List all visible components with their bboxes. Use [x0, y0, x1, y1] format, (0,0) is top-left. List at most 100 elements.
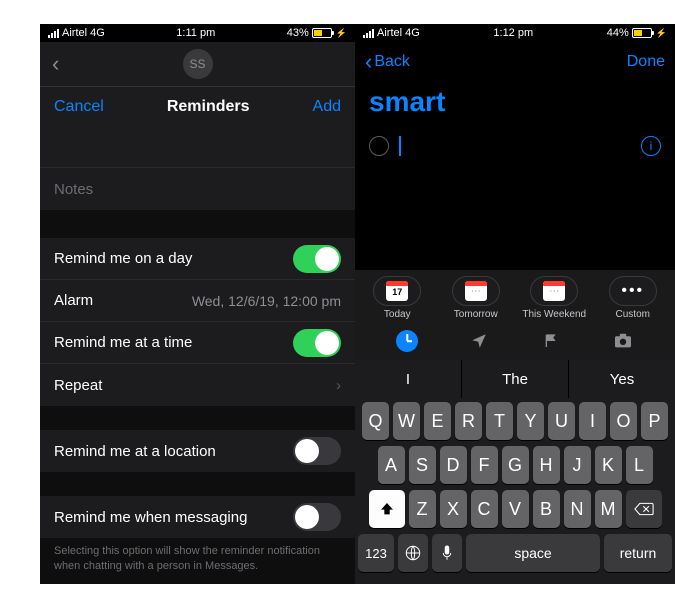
back-button[interactable]: ‹ Back [365, 49, 410, 75]
back-label: Back [374, 53, 410, 71]
alarm-value: Wed, 12/6/19, 12:00 pm [192, 293, 341, 309]
parent-header: ‹ SS [40, 42, 355, 86]
key-s[interactable]: S [409, 446, 436, 484]
done-button[interactable]: Done [627, 53, 665, 71]
location-button[interactable] [466, 328, 492, 354]
numbers-key[interactable]: 123 [358, 534, 394, 572]
prediction-1[interactable]: I [355, 360, 462, 398]
prediction-2[interactable]: The [462, 360, 569, 398]
avatar[interactable]: SS [183, 49, 213, 79]
info-icon[interactable]: i [641, 136, 661, 156]
key-e[interactable]: E [424, 402, 451, 440]
quick-weekend-button[interactable]: This Weekend [522, 276, 586, 320]
key-p[interactable]: P [641, 402, 668, 440]
key-b[interactable]: B [533, 490, 560, 528]
key-d[interactable]: D [440, 446, 467, 484]
clock-icon [396, 330, 418, 352]
alarm-row[interactable]: Alarm Wed, 12/6/19, 12:00 pm [40, 280, 355, 322]
remind-at-location-label: Remind me at a location [54, 443, 216, 460]
signal-icon [363, 29, 374, 38]
remind-on-day-toggle[interactable] [293, 245, 341, 273]
ellipsis-icon: ••• [621, 282, 644, 300]
space-key[interactable]: space [466, 534, 600, 572]
reminder-title-input[interactable] [40, 126, 355, 168]
remind-at-location-toggle[interactable] [293, 437, 341, 465]
cancel-button[interactable]: Cancel [54, 98, 104, 116]
back-chevron-icon[interactable]: ‹ [52, 51, 59, 77]
remind-at-location-row: Remind me at a location [40, 430, 355, 472]
flag-icon [543, 332, 559, 350]
keyboard-area: Today Tomorrow This Weekend ••• Custom [355, 270, 675, 584]
quick-tomorrow-button[interactable]: Tomorrow [444, 276, 508, 320]
right-screenshot: Airtel 4G 1:12 pm 44% ⚡ ‹ Back Done smar… [355, 24, 675, 584]
key-z[interactable]: Z [409, 490, 436, 528]
quick-custom-button[interactable]: ••• Custom [601, 276, 665, 320]
location-arrow-icon [470, 332, 488, 350]
key-j[interactable]: J [564, 446, 591, 484]
alarm-label: Alarm [54, 292, 93, 309]
key-row-2: ASDFGHJKL [358, 446, 672, 484]
remind-when-messaging-row: Remind me when messaging [40, 496, 355, 538]
status-bar: Airtel 4G 1:12 pm 44% ⚡ [355, 24, 675, 42]
dictation-key[interactable] [432, 534, 462, 572]
key-m[interactable]: M [595, 490, 622, 528]
key-n[interactable]: N [564, 490, 591, 528]
battery-pct: 43% [287, 27, 309, 39]
remind-at-time-label: Remind me at a time [54, 334, 192, 351]
key-i[interactable]: I [579, 402, 606, 440]
remind-at-time-toggle[interactable] [293, 329, 341, 357]
modal-header: Cancel Reminders Add [40, 86, 355, 126]
repeat-row[interactable]: Repeat › [40, 364, 355, 406]
key-row-3: ZXCVBNM [358, 490, 672, 528]
key-x[interactable]: X [440, 490, 467, 528]
carrier-label: Airtel 4G [377, 27, 420, 39]
repeat-label: Repeat [54, 377, 102, 394]
chevron-right-icon: › [336, 377, 341, 394]
flag-button[interactable] [538, 328, 564, 354]
key-f[interactable]: F [471, 446, 498, 484]
mic-icon [441, 544, 453, 562]
key-v[interactable]: V [502, 490, 529, 528]
key-h[interactable]: H [533, 446, 560, 484]
key-k[interactable]: K [595, 446, 622, 484]
list-title: smart [355, 82, 675, 128]
shift-key[interactable] [369, 490, 405, 528]
calendar-tomorrow-icon [465, 281, 487, 301]
quick-today-button[interactable]: Today [365, 276, 429, 320]
key-o[interactable]: O [610, 402, 637, 440]
key-a[interactable]: A [378, 446, 405, 484]
notes-input[interactable]: Notes [40, 168, 355, 210]
signal-icon [48, 29, 59, 38]
remind-when-messaging-toggle[interactable] [293, 503, 341, 531]
key-g[interactable]: G [502, 446, 529, 484]
globe-key[interactable] [398, 534, 428, 572]
calendar-today-icon [386, 281, 408, 301]
key-y[interactable]: Y [517, 402, 544, 440]
nav-bar: ‹ Back Done [355, 42, 675, 82]
key-q[interactable]: Q [362, 402, 389, 440]
messaging-footnote: Selecting this option will show the remi… [40, 538, 355, 574]
delete-key[interactable] [626, 490, 662, 528]
key-row-4: 123 space return [358, 534, 672, 572]
secondary-toolbar [355, 322, 675, 360]
globe-icon [404, 544, 422, 562]
new-reminder-row[interactable]: i [355, 128, 675, 164]
chevron-left-icon: ‹ [365, 49, 372, 75]
key-w[interactable]: W [393, 402, 420, 440]
key-t[interactable]: T [486, 402, 513, 440]
key-c[interactable]: C [471, 490, 498, 528]
key-r[interactable]: R [455, 402, 482, 440]
time-button[interactable] [394, 328, 420, 354]
battery-icon [312, 28, 332, 38]
key-row-1: QWERTYUIOP [358, 402, 672, 440]
add-button[interactable]: Add [313, 98, 341, 116]
text-cursor [399, 136, 401, 156]
return-key[interactable]: return [604, 534, 672, 572]
completion-circle-icon[interactable] [369, 136, 389, 156]
prediction-3[interactable]: Yes [569, 360, 675, 398]
charging-icon: ⚡ [656, 28, 667, 39]
status-bar: Airtel 4G 1:11 pm 43% ⚡ [40, 24, 355, 42]
key-u[interactable]: U [548, 402, 575, 440]
photo-button[interactable] [610, 328, 636, 354]
key-l[interactable]: L [626, 446, 653, 484]
